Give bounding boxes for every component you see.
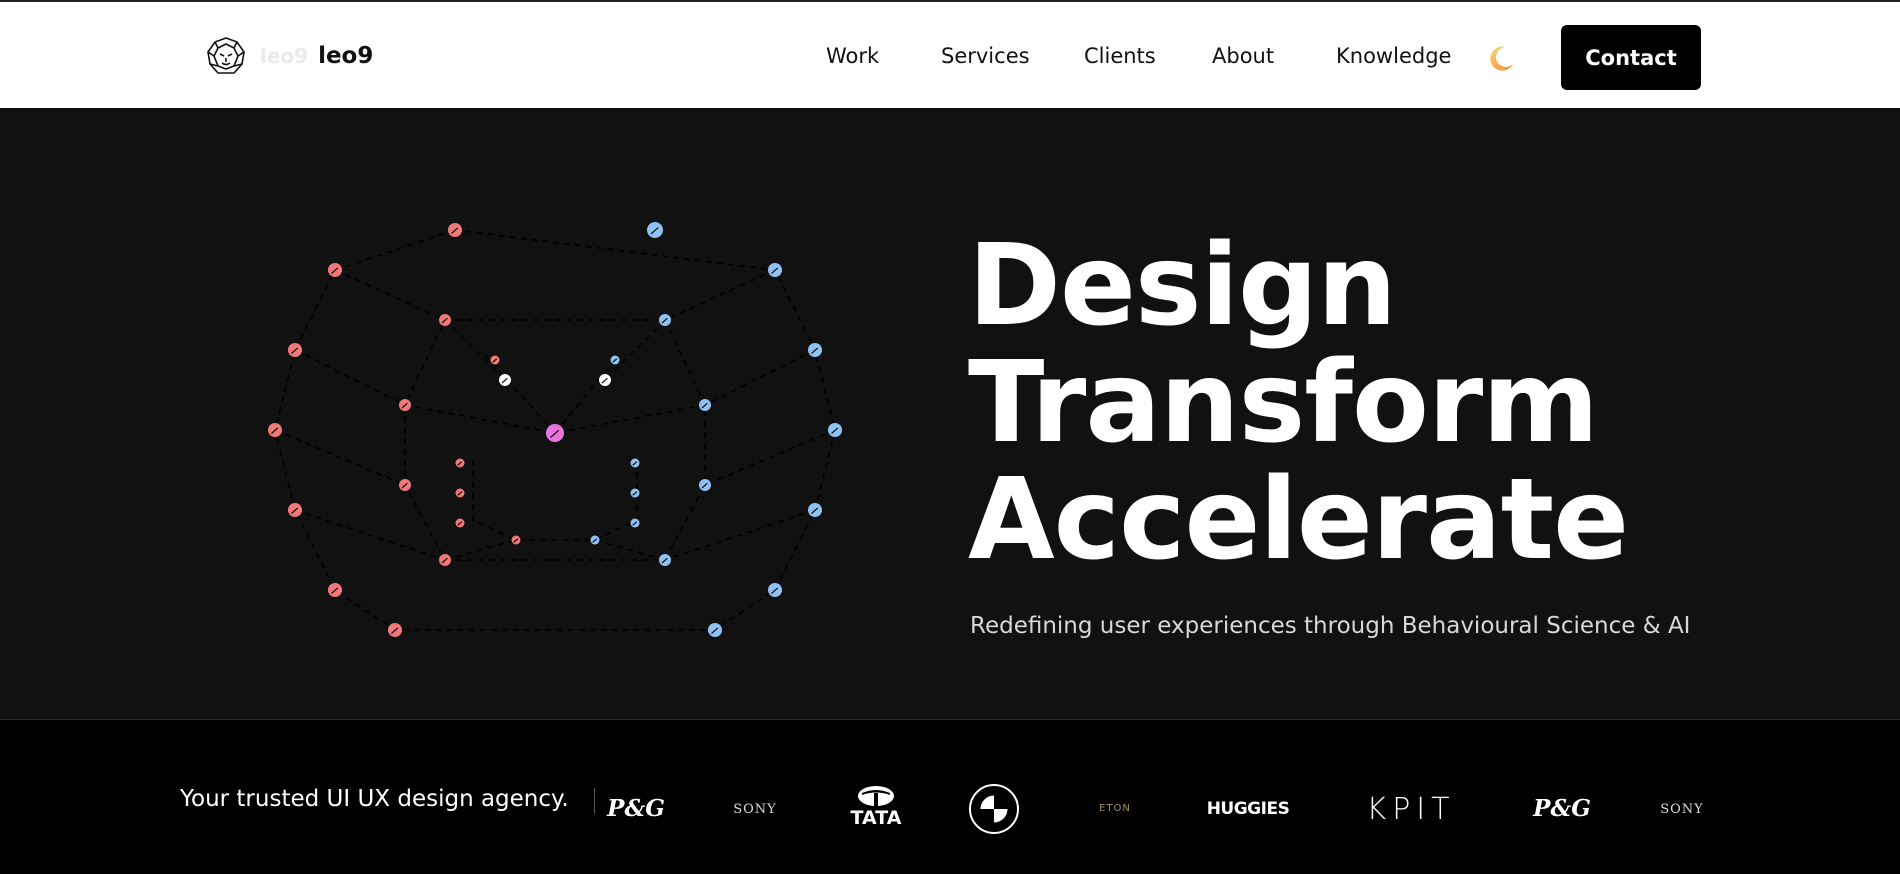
nav-services[interactable]: Services: [941, 44, 1030, 68]
tata-wordmark: TATA: [850, 807, 902, 829]
client-logo-tata: TATA: [846, 784, 906, 830]
contact-button[interactable]: Contact: [1561, 25, 1701, 90]
tagline-separator: [594, 788, 595, 814]
hero-subtitle: Redefining user experiences through Beha…: [970, 613, 1691, 639]
site-header: leo9 leo9 Work Services Clients About Kn…: [0, 2, 1900, 108]
client-logo-huggies: HUGGIES: [1206, 799, 1290, 819]
client-logo-bmw: [968, 783, 1020, 835]
client-logo-sony-2: SONY: [1660, 801, 1704, 817]
brand-logo[interactable]: leo9 leo9: [206, 36, 373, 76]
headline-line-design: Design: [968, 221, 1397, 351]
headline-line-accelerate: Accelerate: [968, 455, 1629, 585]
tata-emblem-icon: [858, 786, 894, 806]
bmw-roundel-icon: [969, 784, 1019, 834]
nav-about[interactable]: About: [1212, 44, 1274, 68]
nav-work[interactable]: Work: [826, 44, 879, 68]
network-illustration: [268, 222, 842, 637]
hero-headline: Design Transform Accelerate: [968, 221, 1629, 585]
clients-tagline: Your trusted UI UX design agency.: [180, 786, 569, 812]
client-logo-eton: ETON: [1099, 802, 1131, 814]
client-logo-pg: P&G: [607, 794, 665, 822]
lion-logo-icon: [207, 37, 245, 74]
client-logo-pg-2: P&G: [1533, 794, 1591, 822]
moon-icon[interactable]: [1486, 44, 1516, 74]
client-logo-kpit: KPIT: [1366, 791, 1456, 827]
logo-ghost-text: leo9: [260, 44, 309, 68]
client-logo-sony: SONY: [733, 801, 777, 817]
headline-line-transform: Transform: [968, 338, 1599, 468]
nav-knowledge[interactable]: Knowledge: [1336, 44, 1451, 68]
nav-clients[interactable]: Clients: [1084, 44, 1156, 68]
logo-text: leo9: [318, 43, 374, 69]
